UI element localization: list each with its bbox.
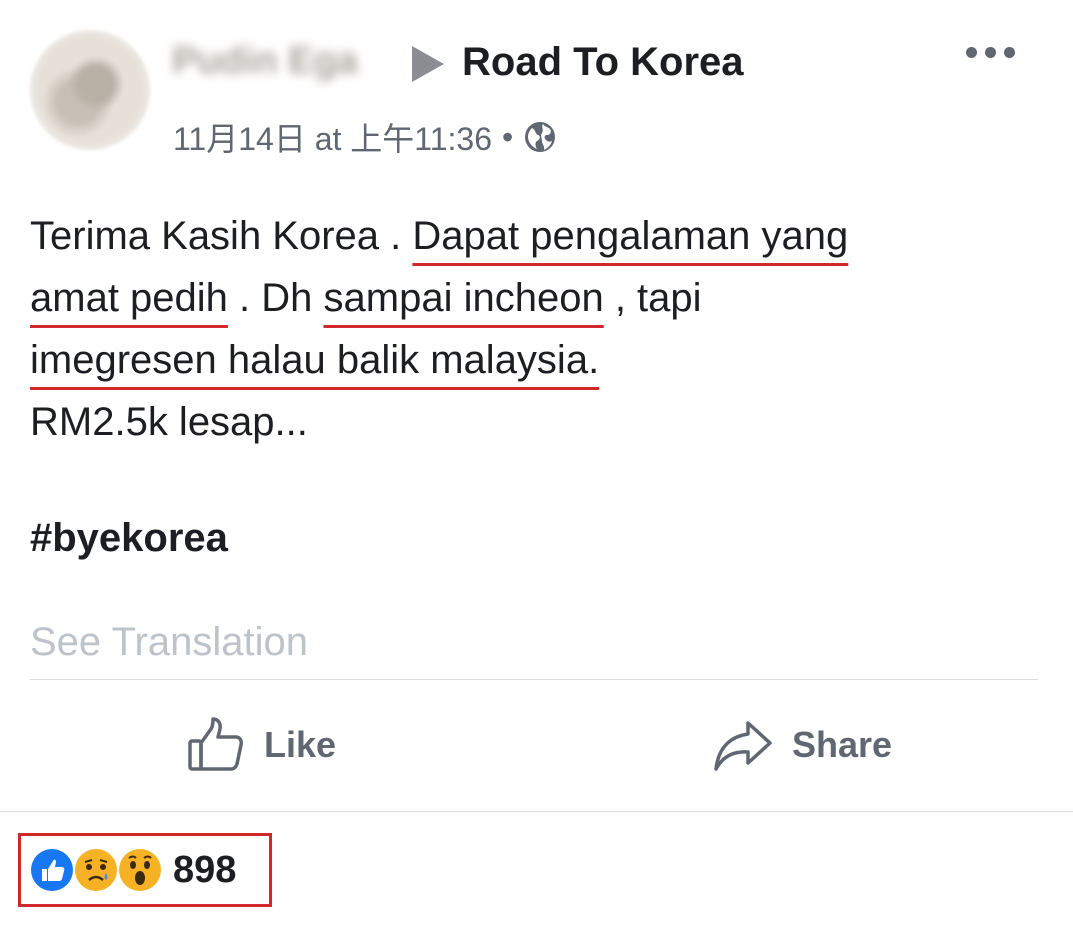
- more-options-icon[interactable]: [966, 40, 1018, 64]
- text-segment: . Dh: [227, 276, 324, 320]
- post-timestamp[interactable]: 11月14日 at 上午11:36: [173, 114, 492, 160]
- globe-icon: [525, 122, 556, 152]
- wow-reaction-icon: [119, 849, 161, 891]
- post-header: Pudin Ega Road To Korea 11月14日 at 上午11:3…: [0, 0, 1073, 170]
- thumbs-up-icon: [188, 717, 243, 771]
- sad-reaction-icon: [75, 849, 117, 891]
- like-button[interactable]: Like: [186, 712, 336, 778]
- text-segment: , tapi: [603, 276, 702, 320]
- divider: [30, 679, 1038, 680]
- avatar[interactable]: [30, 30, 150, 150]
- post-meta: 11月14日 at 上午11:36 •: [173, 114, 557, 160]
- underlined-text: sampai incheon: [323, 276, 604, 320]
- like-label: Like: [264, 724, 337, 765]
- post-text-line: imegresen halau balik malaysia.: [30, 329, 848, 391]
- author-name[interactable]: Pudin Ega: [172, 40, 394, 82]
- share-label: Share: [792, 724, 893, 765]
- divider: [0, 811, 1073, 812]
- text-segment: Terima Kasih Korea .: [30, 214, 413, 258]
- post-text-line: RM2.5k lesap...: [30, 391, 848, 453]
- meta-separator: •: [502, 118, 514, 155]
- like-reaction-icon: [31, 849, 73, 891]
- reaction-count: 898: [173, 848, 237, 891]
- text-segment: RM2.5k lesap...: [30, 400, 308, 444]
- share-button[interactable]: Share: [712, 712, 892, 778]
- see-translation-link[interactable]: See Translation: [30, 620, 308, 665]
- hashtag-link[interactable]: #byekorea: [30, 516, 228, 561]
- post-text-line: amat pedih . Dh sampai incheon , tapi: [30, 267, 848, 329]
- post-text-line: Terima Kasih Korea . Dapat pengalaman ya…: [30, 205, 848, 267]
- underlined-text: amat pedih: [30, 276, 228, 320]
- group-name[interactable]: Road To Korea: [462, 40, 744, 85]
- underlined-text: Dapat pengalaman yang: [412, 214, 849, 258]
- share-arrow-icon: [714, 721, 772, 771]
- triangle-right-icon: [412, 46, 444, 82]
- reactions-summary[interactable]: 898: [18, 833, 272, 907]
- underlined-text: imegresen halau balik malaysia.: [30, 338, 600, 382]
- post-body: Terima Kasih Korea . Dapat pengalaman ya…: [30, 205, 848, 453]
